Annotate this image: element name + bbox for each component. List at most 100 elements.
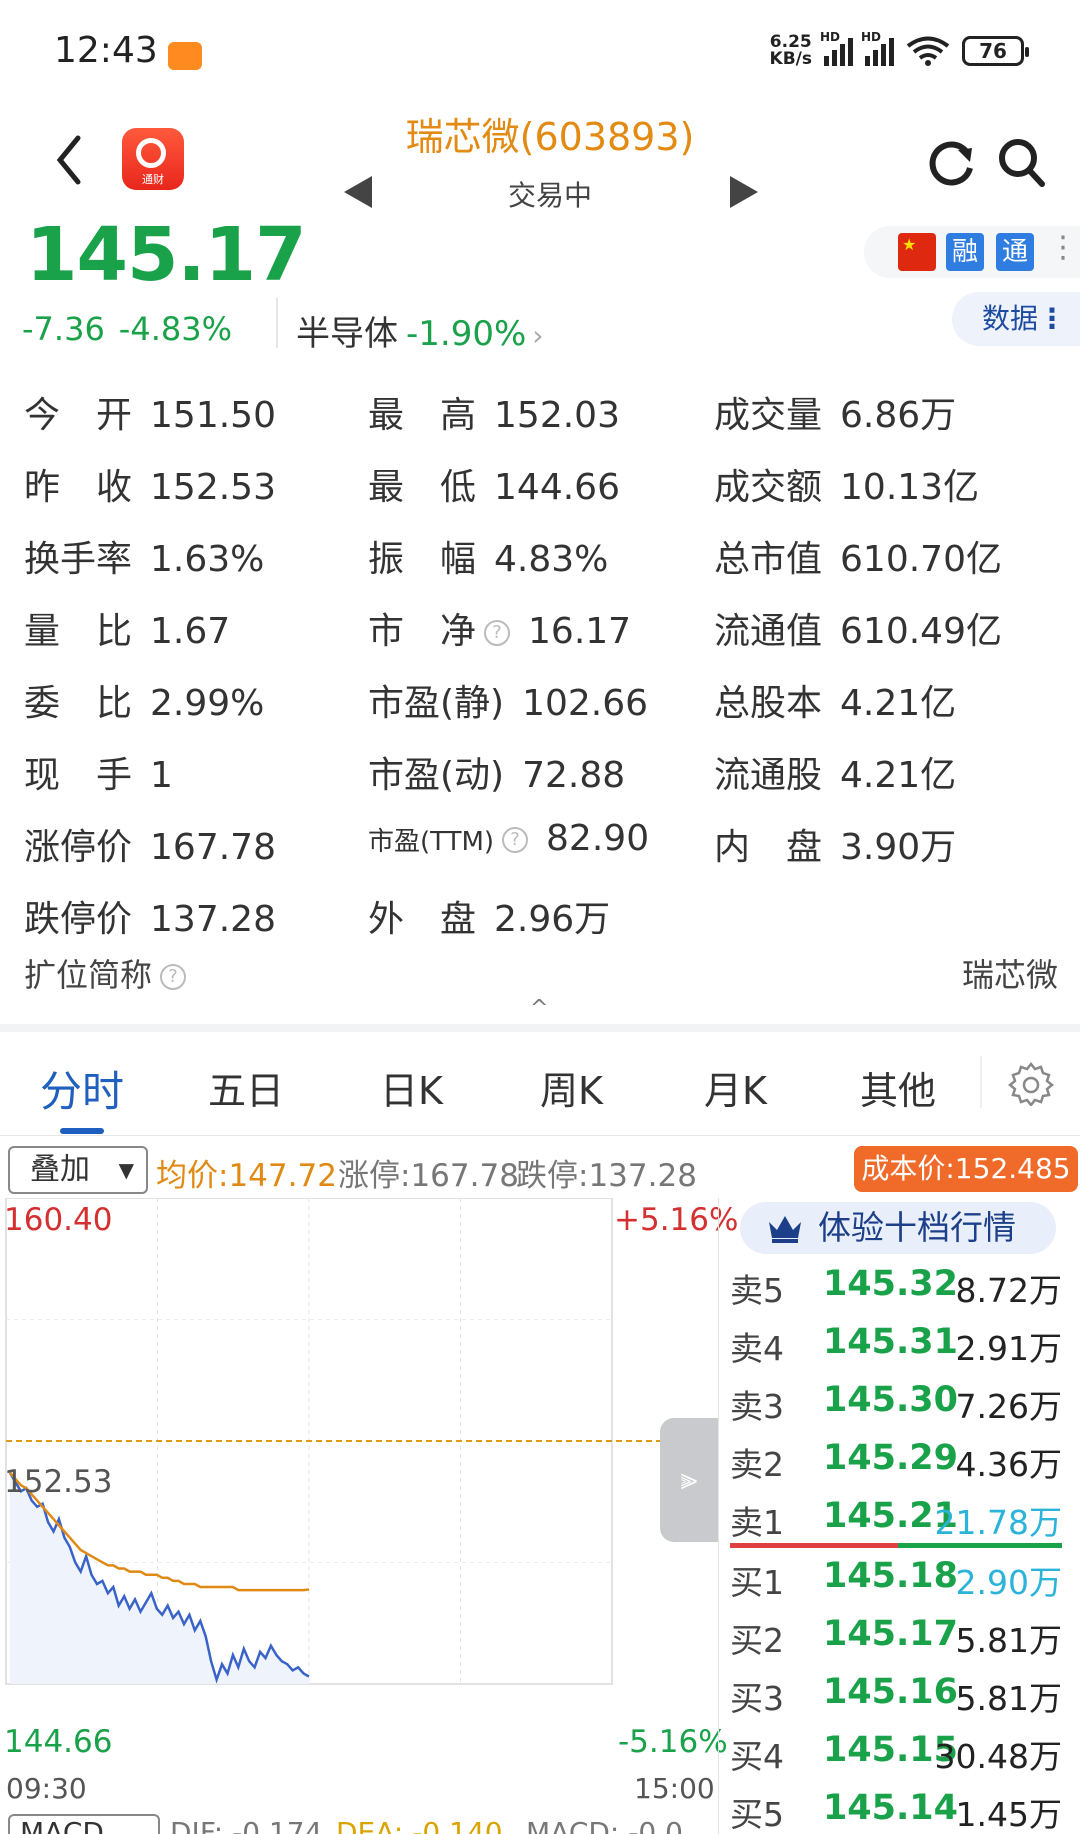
collapse-icon[interactable]: ^ — [530, 996, 548, 1021]
book-row[interactable]: 买4 145.15 30.48万 — [730, 1730, 1070, 1780]
stat-value: 1 — [150, 755, 173, 796]
book-volume: 30.48万 — [934, 1737, 1062, 1776]
next-stock-arrow-icon[interactable] — [730, 176, 758, 208]
book-row[interactable]: 买2 145.17 5.81万 — [730, 1614, 1070, 1664]
book-row[interactable]: 买1 145.18 2.90万 — [730, 1556, 1070, 1606]
stat-label: 今 开 — [24, 395, 133, 436]
ask-bid-divider-bid — [898, 1543, 1062, 1548]
book-row[interactable]: 买5 145.14 1.45万 — [730, 1788, 1070, 1834]
help-icon[interactable]: ? — [502, 827, 529, 853]
stat-label: 成交额 — [714, 467, 823, 508]
notification-app-icon — [168, 42, 202, 70]
book-side: 卖5 — [730, 1271, 784, 1310]
chart-tabs: 分时 五日 日K 周K 月K 其他 — [0, 1032, 1080, 1136]
book-row[interactable]: 卖5 145.32 8.72万 — [730, 1264, 1070, 1314]
price-change: -7.36 -4.83% — [22, 310, 246, 348]
stat-label: 市盈(静) — [368, 683, 505, 724]
stat-value: 2.96万 — [494, 899, 611, 940]
stat-label: 流通值 — [714, 611, 823, 652]
book-side: 买5 — [730, 1795, 784, 1834]
book-side: 买3 — [730, 1679, 784, 1718]
refresh-icon[interactable] — [924, 136, 978, 190]
tab-weekly-k[interactable]: 周K — [540, 1060, 603, 1115]
search-icon[interactable] — [996, 136, 1048, 190]
sector-name: 半导体 — [296, 314, 398, 354]
tab-five-day[interactable]: 五日 — [208, 1060, 284, 1115]
book-side: 买1 — [730, 1563, 784, 1602]
stat-label: 昨 收 — [24, 467, 133, 508]
stat-value: 152.03 — [494, 395, 620, 436]
book-volume: 21.78万 — [934, 1503, 1062, 1542]
battery-icon: 76 — [962, 36, 1029, 66]
abbr-value: 瑞芯微 — [961, 956, 1058, 994]
stat-value: 1.67 — [150, 611, 231, 652]
stat-col1-5: 现 手 1 — [24, 746, 173, 798]
more-icon[interactable]: ⋮ — [1048, 230, 1078, 265]
stat-label: 最 低 — [368, 467, 477, 508]
stat-col2-0: 最 高 152.03 — [368, 386, 620, 438]
stat-col1-7: 跌停价 137.28 — [24, 890, 276, 942]
crown-icon — [769, 1216, 801, 1243]
stat-value: 2.99% — [150, 683, 265, 724]
settings-icon[interactable] — [1008, 1060, 1054, 1106]
divider — [276, 298, 278, 348]
sector-link[interactable]: 半导体 -1.90% › — [296, 306, 543, 355]
stat-col2-6: 市盈(TTM)? 82.90 — [368, 818, 649, 859]
book-side: 卖1 — [730, 1503, 784, 1542]
section-divider — [0, 1024, 1080, 1032]
expand-handle-icon[interactable]: ⫸ — [660, 1418, 718, 1542]
tab-other[interactable]: 其他 — [860, 1060, 936, 1115]
stat-label: 现 手 — [24, 755, 133, 796]
stat-value: 16.17 — [528, 611, 632, 652]
stat-col2-4: 市盈(静) 102.66 — [368, 674, 648, 726]
book-row[interactable]: 买3 145.16 5.81万 — [730, 1672, 1070, 1722]
book-price: 145.16 — [822, 1672, 958, 1712]
change-value: -7.36 — [22, 310, 105, 348]
ask-bid-divider-ask — [730, 1543, 898, 1548]
tab-indicator — [60, 1128, 104, 1134]
tab-daily-k[interactable]: 日K — [380, 1060, 443, 1115]
overlay-select[interactable]: 叠加 ▼ — [8, 1146, 148, 1194]
signal-icon: HD — [820, 30, 853, 66]
connect-badge[interactable]: 通 — [996, 233, 1034, 271]
stat-label: 总市值 — [714, 539, 823, 580]
sector-pct: -1.90% — [406, 314, 527, 354]
book-row[interactable]: 卖1 145.21 21.78万 — [730, 1496, 1070, 1546]
stat-value: 137.28 — [150, 899, 276, 940]
book-side: 买4 — [730, 1737, 784, 1776]
stat-col1-2: 换手率 1.63% — [24, 530, 264, 582]
help-icon[interactable]: ? — [160, 964, 187, 990]
book-volume: 4.36万 — [955, 1445, 1062, 1484]
book-side: 卖2 — [730, 1445, 784, 1484]
stat-value: 6.86万 — [840, 395, 957, 436]
tab-monthly-k[interactable]: 月K — [704, 1060, 767, 1115]
book-row[interactable]: 卖3 145.30 7.26万 — [730, 1380, 1070, 1430]
stat-label: 跌停价 — [24, 899, 133, 940]
stat-value: 82.90 — [546, 818, 650, 859]
x-start-label: 09:30 — [6, 1772, 87, 1805]
stat-col2-1: 最 低 144.66 — [368, 458, 620, 510]
stock-title: 瑞芯微(603893) — [405, 115, 695, 159]
indicator-select[interactable]: MACD — [8, 1814, 160, 1834]
book-price: 145.18 — [822, 1556, 958, 1596]
stat-col2-3: 市 净? 16.17 — [368, 602, 631, 654]
stat-col3-0: 成交量 6.86万 — [714, 386, 956, 438]
prev-close-label: 152.53 — [4, 1464, 113, 1500]
stat-value: 610.70亿 — [840, 539, 1002, 580]
stat-value: 151.50 — [150, 395, 276, 436]
net-speed: 6.25 KB/s — [769, 32, 812, 69]
stat-col3-2: 总市值 610.70亿 — [714, 530, 1002, 582]
y-max-label: 160.40 — [4, 1202, 113, 1238]
cost-price-badge[interactable]: 成本价:152.485 — [854, 1146, 1078, 1192]
stat-value: 144.66 — [494, 467, 620, 508]
book-side: 卖3 — [730, 1387, 784, 1426]
book-price: 145.31 — [822, 1322, 958, 1362]
tab-intraday[interactable]: 分时 — [40, 1058, 124, 1119]
margin-badge[interactable]: 融 — [946, 233, 984, 271]
book-row[interactable]: 卖4 145.31 2.91万 — [730, 1322, 1070, 1372]
help-icon[interactable]: ? — [484, 620, 511, 646]
stat-label: 涨停价 — [24, 827, 133, 868]
book-row[interactable]: 卖2 145.29 4.36万 — [730, 1438, 1070, 1488]
stat-col3-6: 内 盘 3.90万 — [714, 818, 956, 870]
data-button[interactable]: 数据 ⋮ — [952, 292, 1080, 346]
